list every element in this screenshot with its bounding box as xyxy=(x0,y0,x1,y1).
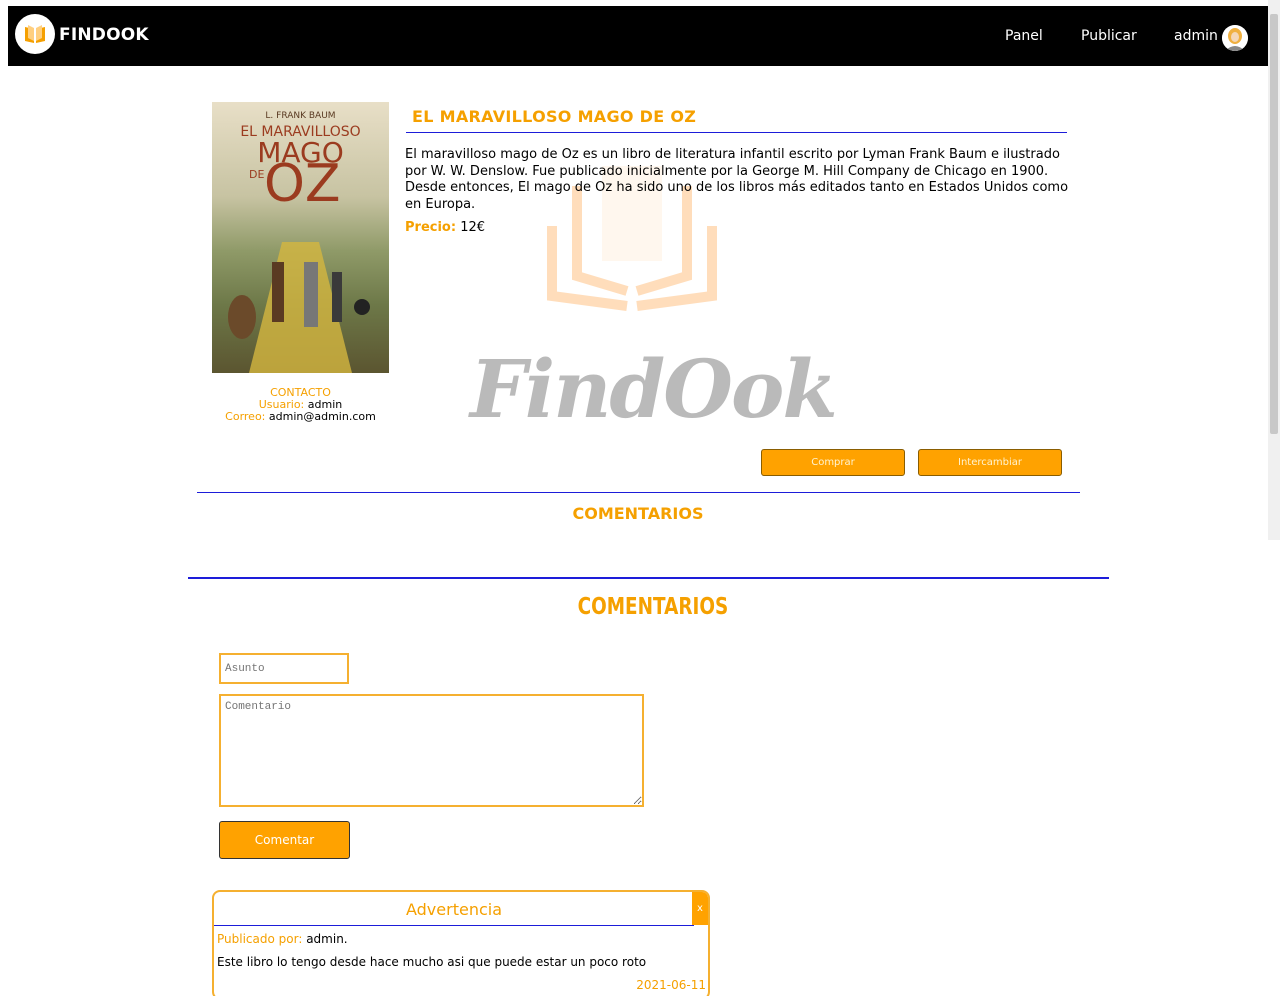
nav-user-name[interactable]: admin xyxy=(1174,28,1218,44)
comment-author-value: admin. xyxy=(306,932,348,946)
comment-author-label: Publicado por: xyxy=(217,932,303,946)
comment-card: Advertencia x Publicado por: admin. Este… xyxy=(212,890,710,996)
price-value: 12€ xyxy=(460,220,486,235)
section-divider-2 xyxy=(188,577,1109,579)
watermark-text: FindOok xyxy=(470,342,838,436)
title-divider xyxy=(406,132,1067,133)
contact-email-value: admin@admin.com xyxy=(268,410,376,423)
cover-title-de: DE xyxy=(249,168,265,181)
logo[interactable] xyxy=(15,14,55,54)
nav-link-panel[interactable]: Panel xyxy=(1005,28,1043,44)
buy-button[interactable]: Comprar xyxy=(761,449,905,476)
watermark: FindOok xyxy=(8,6,1268,506)
contact-email-label: Correo: xyxy=(225,410,266,423)
top-navbar: FINDOOK Panel Publicar admin xyxy=(8,6,1268,66)
page: FINDOOK Panel Publicar admin FindOok L. … xyxy=(8,6,1268,996)
comment-text: Este libro lo tengo desde hace mucho asi… xyxy=(217,955,647,969)
scrollbar-thumb[interactable] xyxy=(1270,14,1278,434)
submit-comment-button[interactable]: Comentar xyxy=(219,821,350,859)
open-book-icon xyxy=(25,25,45,43)
section-divider-1 xyxy=(197,492,1080,493)
comments-heading: COMENTARIOS xyxy=(577,594,729,620)
exchange-button[interactable]: Intercambiar xyxy=(918,449,1062,476)
book-title: EL MARAVILLOSO MAGO DE OZ xyxy=(412,107,697,126)
comment-title: Advertencia xyxy=(405,900,502,919)
user-avatar-icon[interactable] xyxy=(1222,25,1248,51)
price-label: Precio: xyxy=(405,220,457,235)
comment-divider xyxy=(214,925,694,926)
nav-link-publicar[interactable]: Publicar xyxy=(1081,28,1137,44)
close-comment-button[interactable]: x xyxy=(692,892,708,925)
brand-name[interactable]: FINDOOK xyxy=(59,25,149,45)
book-description: El maravilloso mago de Oz es un libro de… xyxy=(405,147,1069,212)
cover-author: L. FRANK BAUM xyxy=(265,111,336,121)
comments-heading-top: COMENTARIOS xyxy=(572,504,704,523)
comment-date: 2021-06-11 xyxy=(636,978,706,992)
cover-title-oz: OZ xyxy=(264,154,341,214)
comment-author: Publicado por: admin. xyxy=(217,932,348,946)
comment-textarea[interactable] xyxy=(219,694,644,807)
book-cover-image: L. FRANK BAUM EL MARAVILLOSO MAGO DE OZ xyxy=(212,102,389,373)
book-price: Precio: 12€ xyxy=(405,220,485,235)
contact-email: Correo: admin@admin.com xyxy=(212,411,389,423)
cover-illustration xyxy=(228,242,370,373)
subject-input[interactable] xyxy=(219,653,349,684)
